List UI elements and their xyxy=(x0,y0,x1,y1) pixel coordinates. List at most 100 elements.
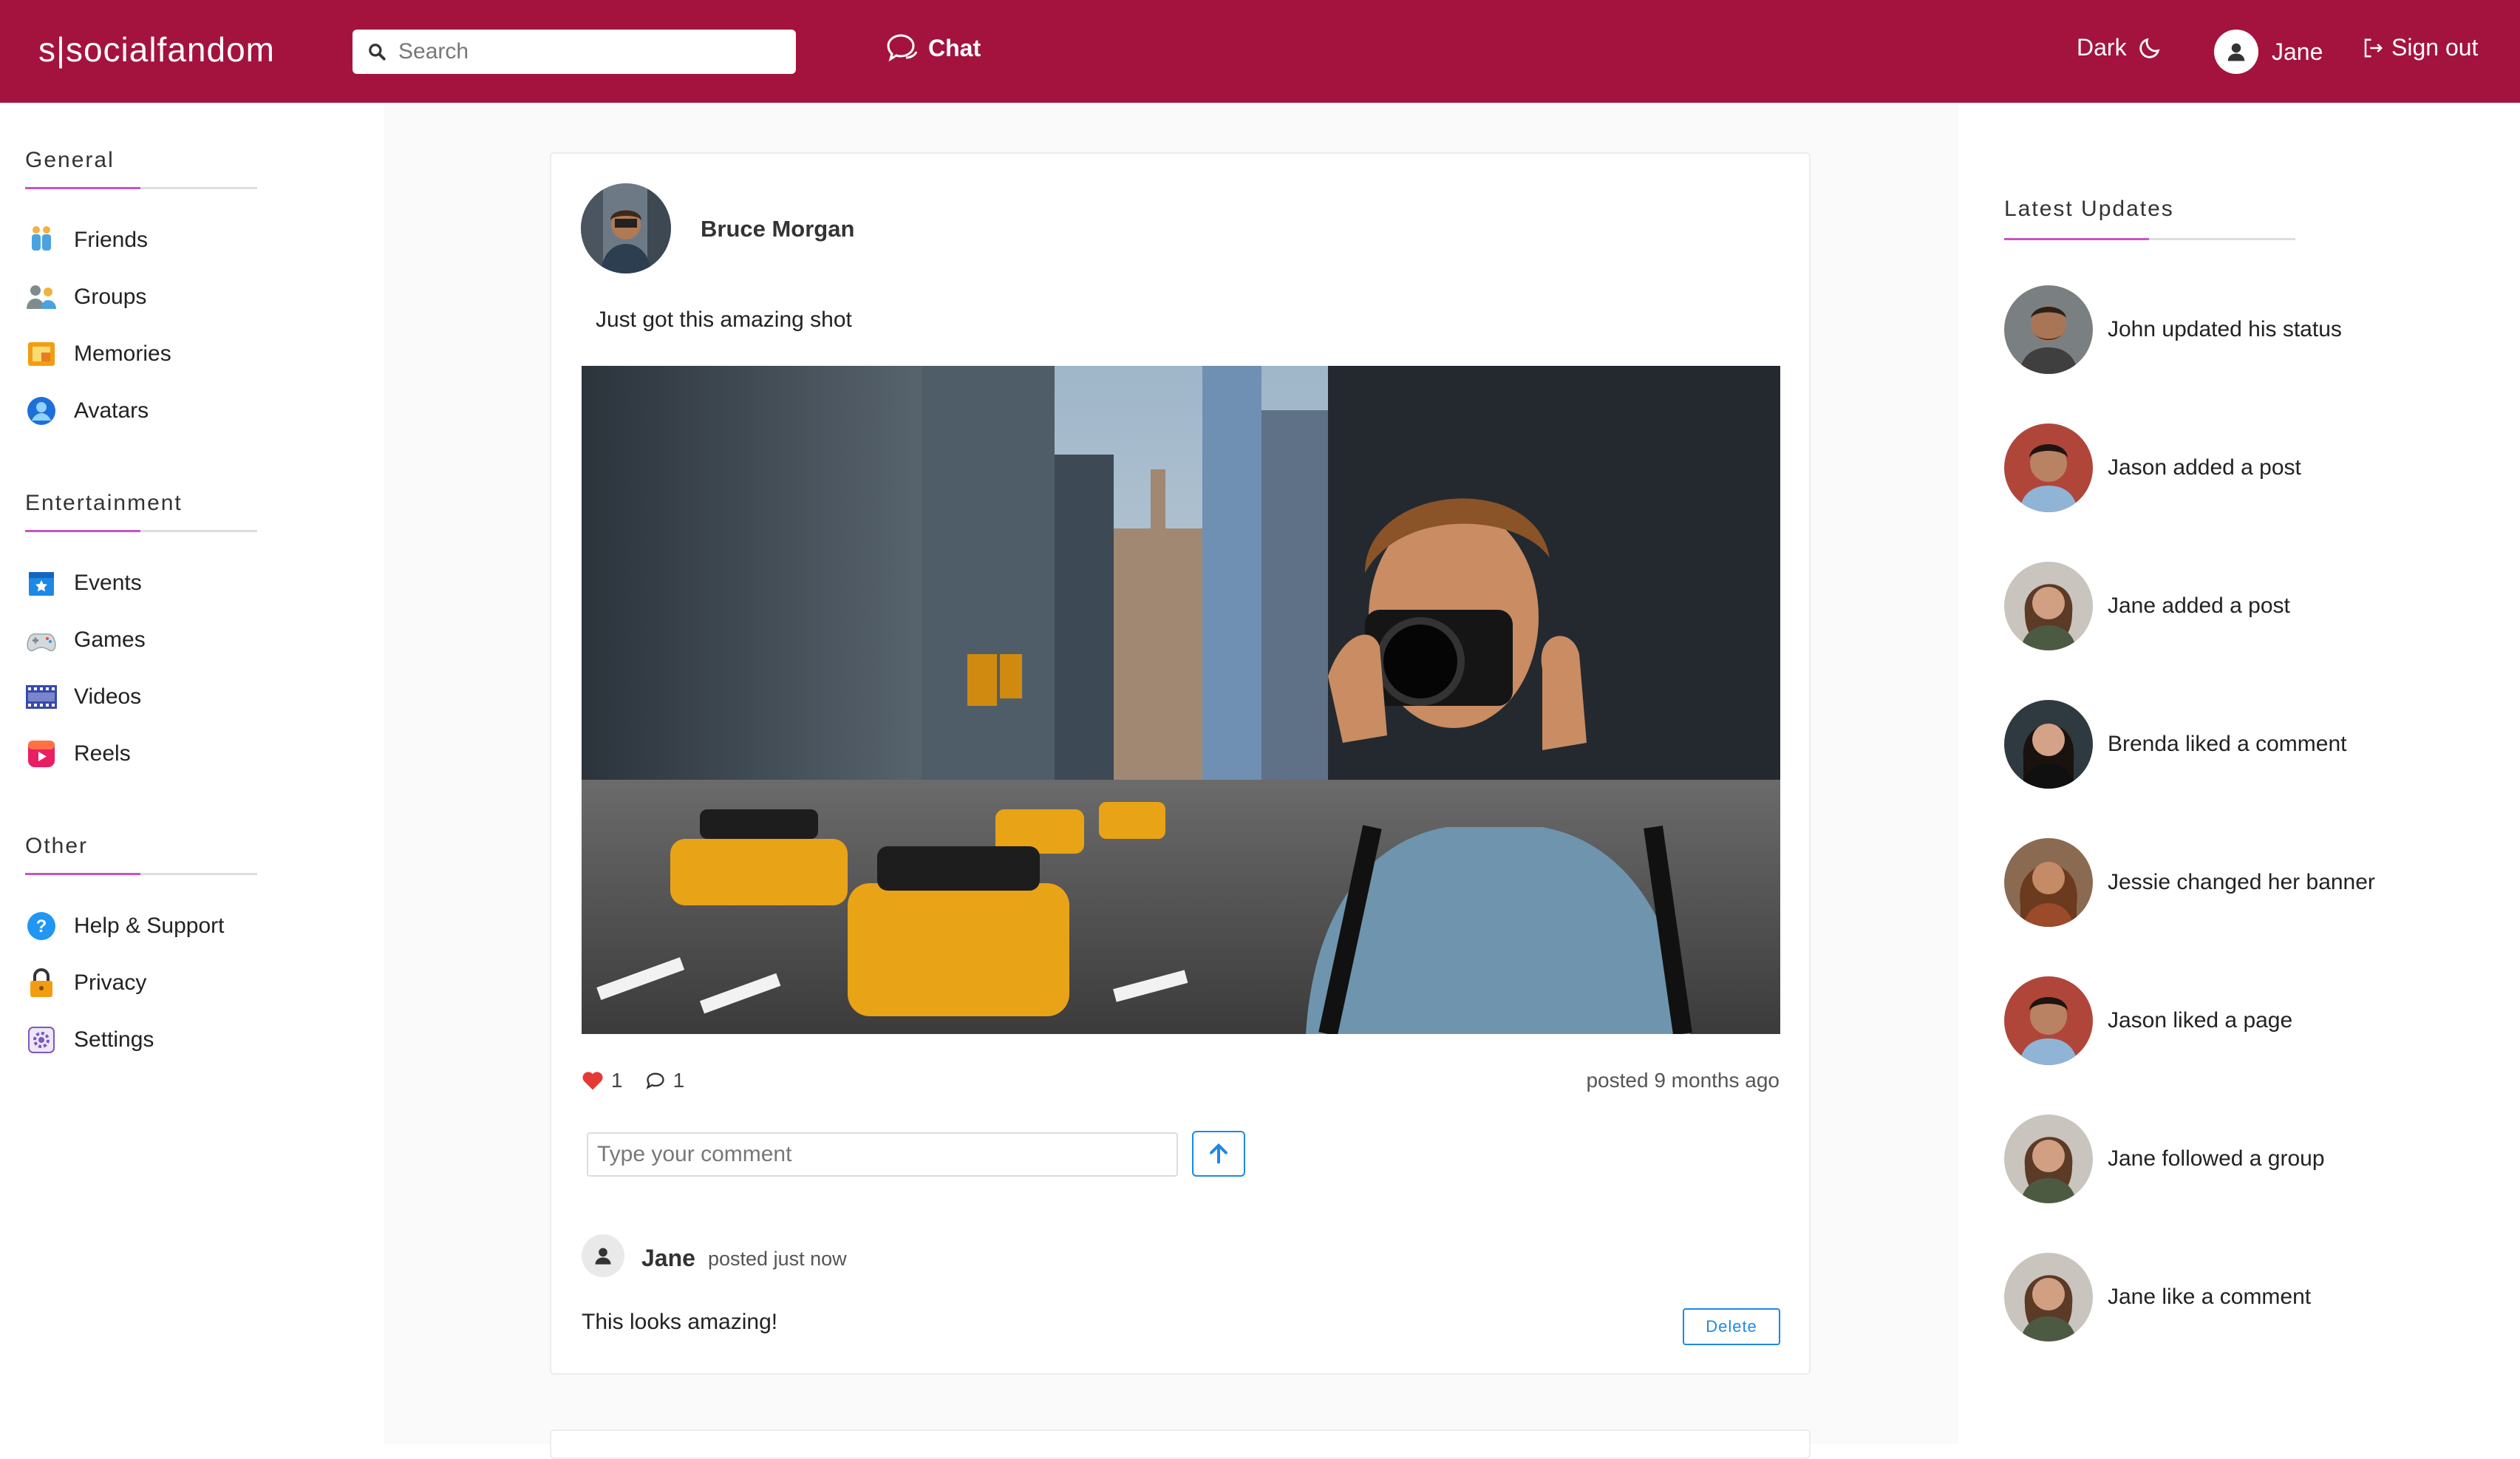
comment-text: This looks amazing! xyxy=(582,1310,778,1334)
update-avatar xyxy=(2004,424,2093,512)
moon-icon xyxy=(2139,38,2159,58)
events-icon xyxy=(25,567,58,599)
sign-out-icon xyxy=(2364,38,2383,57)
sidebar-section-entertainment: Entertainment Events Games Videos Reels xyxy=(25,491,262,782)
svg-text:?: ? xyxy=(36,916,47,936)
heart-icon[interactable] xyxy=(582,1070,604,1091)
next-post-card xyxy=(550,1429,1811,1459)
brand-logo[interactable]: s|socialfandom xyxy=(38,30,275,69)
update-avatar xyxy=(2004,838,2093,927)
update-item[interactable]: Jessie changed her banner xyxy=(2004,838,2375,927)
post-author-avatar[interactable] xyxy=(581,183,671,273)
sidebar-item-label: Groups xyxy=(74,284,147,309)
update-text: Brenda liked a comment xyxy=(2108,732,2347,756)
update-avatar xyxy=(2004,976,2093,1065)
search-box[interactable] xyxy=(353,30,796,74)
sign-out-button[interactable]: Sign out xyxy=(2362,34,2478,61)
sidebar-item-label: Games xyxy=(74,627,146,652)
user-icon xyxy=(2227,43,2245,61)
help-icon: ? xyxy=(25,910,58,942)
sign-out-label: Sign out xyxy=(2391,34,2479,61)
like-count: 1 xyxy=(611,1069,623,1092)
top-navbar: s|socialfandom Chat Dark Jane Sign out xyxy=(0,0,2520,103)
games-icon xyxy=(25,624,58,656)
latest-updates-panel: Latest Updates John updated his status J… xyxy=(1976,167,2493,1375)
user-name: Jane xyxy=(2272,38,2323,65)
update-item[interactable]: John updated his status xyxy=(2004,285,2342,374)
update-avatar xyxy=(2004,1115,2093,1203)
heading-underline xyxy=(2004,238,2295,240)
comment-icon[interactable] xyxy=(645,1070,666,1091)
comment-count: 1 xyxy=(672,1069,685,1092)
post-stats: 1 1 xyxy=(582,1069,706,1092)
chat-link[interactable]: Chat xyxy=(885,33,981,64)
update-text: Jane added a post xyxy=(2108,594,2290,618)
update-item[interactable]: Jane like a comment xyxy=(2004,1253,2311,1341)
post-image[interactable] xyxy=(582,366,1780,1034)
section-heading: General xyxy=(25,148,262,189)
update-item[interactable]: Jason liked a page xyxy=(2004,976,2292,1065)
sidebar-item-friends[interactable]: Friends xyxy=(25,211,262,268)
update-avatar xyxy=(2004,1253,2093,1341)
update-text: Jane followed a group xyxy=(2108,1146,2325,1171)
reels-icon xyxy=(25,738,58,770)
delete-comment-button[interactable]: Delete xyxy=(1683,1308,1780,1345)
comment-author-name[interactable]: Jane xyxy=(641,1245,695,1272)
update-text: Jessie changed her banner xyxy=(2108,870,2375,894)
sidebar-item-label: Friends xyxy=(74,227,149,252)
groups-icon xyxy=(25,281,58,313)
latest-updates-heading: Latest Updates xyxy=(2004,197,2174,221)
update-text: John updated his status xyxy=(2108,317,2342,341)
sidebar-section-other: Other ? Help & Support Privacy Settings xyxy=(25,834,262,1068)
comment-author-avatar xyxy=(582,1234,624,1277)
sidebar-item-help[interactable]: ? Help & Support xyxy=(25,897,262,954)
sidebar-item-reels[interactable]: Reels xyxy=(25,725,262,782)
memories-icon xyxy=(25,338,58,370)
update-avatar xyxy=(2004,700,2093,789)
sidebar-item-label: Reels xyxy=(74,741,131,766)
arrow-up-icon xyxy=(1210,1143,1227,1164)
section-heading: Other xyxy=(25,834,262,875)
sidebar-item-label: Avatars xyxy=(74,398,149,423)
sidebar-item-label: Settings xyxy=(74,1027,154,1052)
sidebar-item-games[interactable]: Games xyxy=(25,611,262,668)
sidebar-item-label: Memories xyxy=(74,341,171,366)
sidebar-item-settings[interactable]: Settings xyxy=(25,1011,262,1068)
dark-mode-toggle[interactable]: Dark xyxy=(2077,34,2162,61)
sidebar-item-label: Videos xyxy=(74,684,142,709)
comment-timestamp: posted just now xyxy=(708,1248,847,1270)
update-item[interactable]: Jane followed a group xyxy=(2004,1115,2325,1203)
update-text: Jason added a post xyxy=(2108,455,2301,480)
sidebar-item-label: Events xyxy=(74,570,142,595)
post-author-name[interactable]: Bruce Morgan xyxy=(701,216,854,242)
sidebar-item-groups[interactable]: Groups xyxy=(25,268,262,325)
left-sidebar: General Friends Groups Memories Avatars … xyxy=(25,148,262,1120)
post-card: Bruce Morgan Just got this amazing shot xyxy=(550,152,1811,1375)
chat-icon xyxy=(887,34,918,62)
update-avatar xyxy=(2004,285,2093,374)
avatars-icon xyxy=(25,395,58,427)
sidebar-item-memories[interactable]: Memories xyxy=(25,325,262,382)
update-avatar xyxy=(2004,562,2093,650)
sidebar-item-events[interactable]: Events xyxy=(25,554,262,611)
section-heading: Entertainment xyxy=(25,491,262,532)
user-menu[interactable]: Jane xyxy=(2214,30,2323,74)
videos-icon xyxy=(25,681,58,713)
sidebar-item-videos[interactable]: Videos xyxy=(25,668,262,725)
sidebar-section-general: General Friends Groups Memories Avatars xyxy=(25,148,262,439)
update-item[interactable]: Jane added a post xyxy=(2004,562,2290,650)
user-avatar xyxy=(2214,30,2258,74)
update-item[interactable]: Brenda liked a comment xyxy=(2004,700,2347,789)
comment-input[interactable] xyxy=(587,1132,1178,1177)
chat-label: Chat xyxy=(928,34,981,61)
settings-icon xyxy=(25,1024,58,1056)
sidebar-item-label: Privacy xyxy=(74,970,147,995)
friends-icon xyxy=(25,224,58,256)
sidebar-item-privacy[interactable]: Privacy xyxy=(25,954,262,1011)
sidebar-item-avatars[interactable]: Avatars xyxy=(25,382,262,439)
update-item[interactable]: Jason added a post xyxy=(2004,424,2301,512)
send-comment-button[interactable] xyxy=(1192,1131,1245,1177)
lock-icon xyxy=(25,967,58,999)
search-input[interactable] xyxy=(398,39,783,64)
user-icon xyxy=(595,1248,611,1265)
